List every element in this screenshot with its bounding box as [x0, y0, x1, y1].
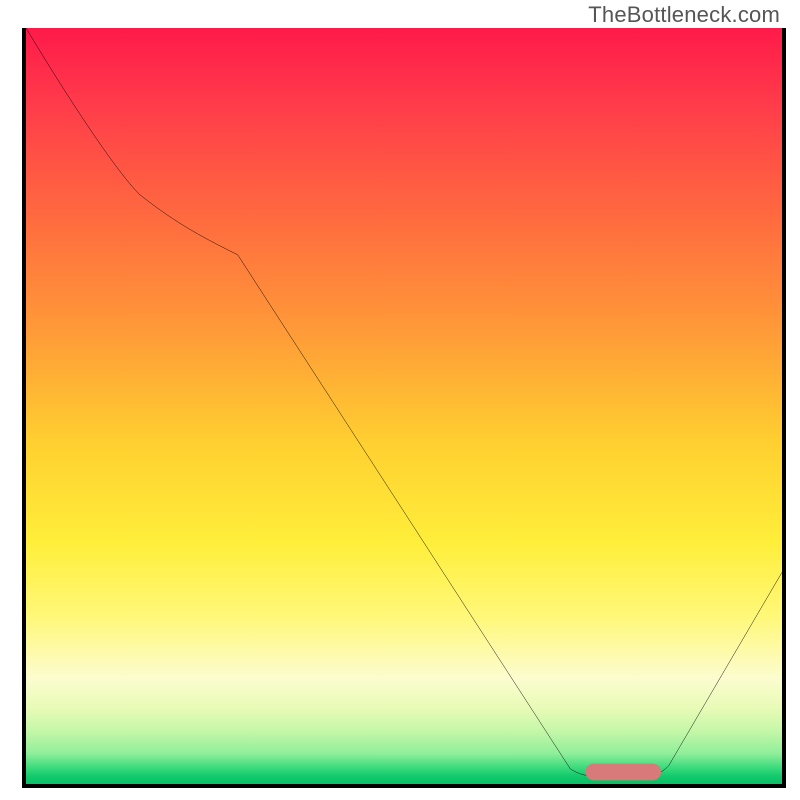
- watermark-text: TheBottleneck.com: [588, 2, 780, 28]
- curve-line: [26, 28, 782, 776]
- trough-marker: [585, 764, 661, 781]
- chart-svg: [26, 28, 782, 784]
- plot-area: [22, 28, 786, 788]
